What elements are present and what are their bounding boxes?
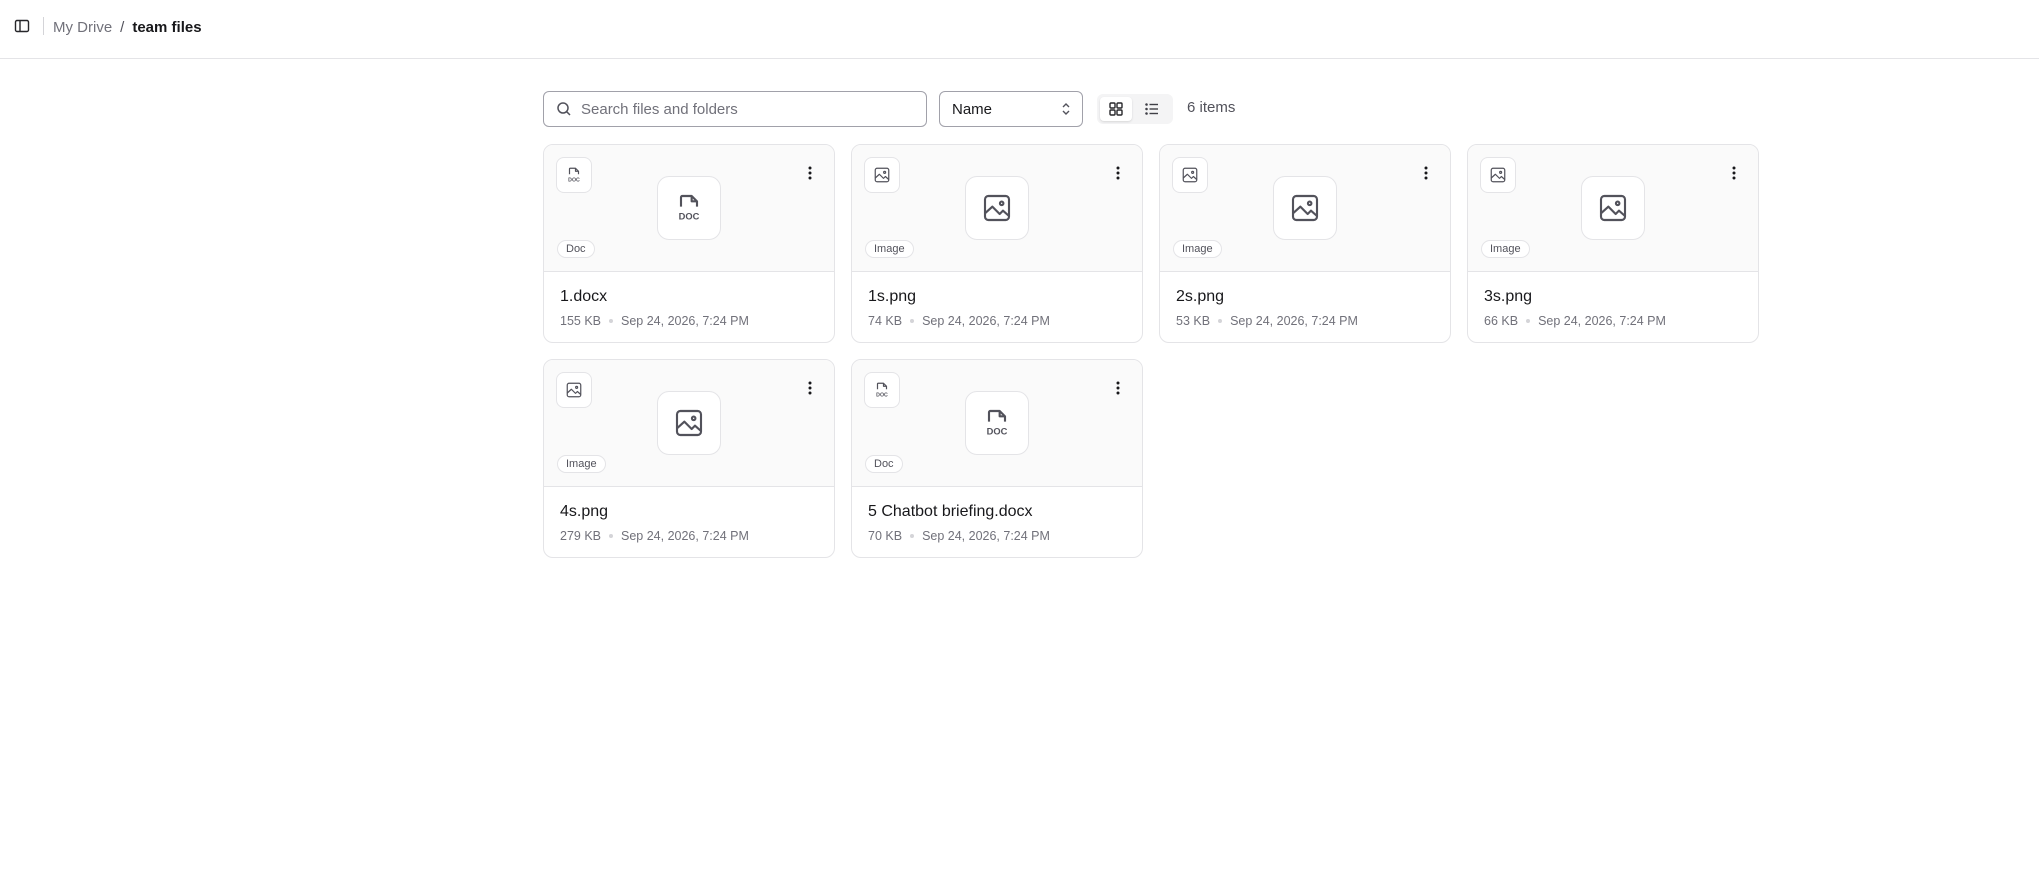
file-card[interactable]: Image 3s.png 66 KB Sep 24, 2026, 7:24 PM <box>1467 144 1759 343</box>
file-name: 1s.png <box>868 288 917 305</box>
more-vertical-icon <box>1116 166 1120 180</box>
file-preview: DOC DOC Doc <box>544 145 834 272</box>
more-vertical-icon <box>808 381 812 395</box>
svg-text:DOC: DOC <box>568 177 580 183</box>
file-modified-date: Sep 24, 2026, 7:24 PM <box>922 529 1050 543</box>
more-vertical-icon <box>808 166 812 180</box>
toolbar-divider <box>43 17 44 35</box>
file-preview: DOC DOC Doc <box>852 360 1142 487</box>
file-size: 66 KB <box>1484 314 1519 328</box>
file-modified-date: Sep 24, 2026, 7:24 PM <box>621 529 749 543</box>
file-size: 53 KB <box>1176 314 1211 328</box>
meta-separator-dot <box>910 534 915 538</box>
more-vertical-icon <box>1424 166 1428 180</box>
more-vertical-icon <box>1732 166 1736 180</box>
image-icon <box>864 157 900 193</box>
breadcrumb-current-folder: team files <box>132 18 202 36</box>
list-icon <box>1145 103 1158 115</box>
doc-icon: DOC <box>657 176 721 240</box>
file-preview: Image <box>544 360 834 487</box>
meta-separator-dot <box>609 534 614 538</box>
svg-text:DOC: DOC <box>876 392 888 398</box>
search-box[interactable] <box>543 91 927 127</box>
file-size: 74 KB <box>868 314 903 328</box>
file-modified-date: Sep 24, 2026, 7:24 PM <box>1230 314 1358 328</box>
breadcrumb-my-drive[interactable]: My Drive <box>53 19 112 36</box>
file-size: 279 KB <box>560 529 602 543</box>
file-size: 70 KB <box>868 529 903 543</box>
svg-text:DOC: DOC <box>987 426 1008 436</box>
file-meta: 279 KB Sep 24, 2026, 7:24 PM <box>560 529 749 543</box>
file-type-badge: Doc <box>865 455 903 473</box>
image-icon <box>1581 176 1645 240</box>
more-options-button[interactable] <box>1726 163 1742 183</box>
breadcrumb-separator: / <box>120 18 125 36</box>
sort-select[interactable]: Name <box>939 91 1083 127</box>
file-card[interactable]: DOC DOC Doc 1.docx 155 KB Sep 24, 2026, 7:24 … <box>543 144 835 343</box>
file-meta: 70 KB Sep 24, 2026, 7:24 PM <box>868 529 1050 543</box>
file-modified-date: Sep 24, 2026, 7:24 PM <box>621 314 749 328</box>
file-modified-date: Sep 24, 2026, 7:24 PM <box>922 314 1050 328</box>
doc-icon: DOC <box>965 391 1029 455</box>
sidebar-toggle-button[interactable] <box>13 17 31 35</box>
svg-text:DOC: DOC <box>679 211 700 221</box>
item-count: 6 items <box>1187 99 1236 116</box>
file-type-badge: Image <box>1173 240 1222 258</box>
file-meta: 74 KB Sep 24, 2026, 7:24 PM <box>868 314 1050 328</box>
meta-separator-dot <box>609 319 614 323</box>
file-modified-date: Sep 24, 2026, 7:24 PM <box>1538 314 1666 328</box>
search-icon <box>556 101 572 117</box>
file-size: 155 KB <box>560 314 602 328</box>
image-icon <box>657 391 721 455</box>
more-vertical-icon <box>1116 381 1120 395</box>
image-icon <box>965 176 1029 240</box>
more-options-button[interactable] <box>1418 163 1434 183</box>
file-name: 1.docx <box>560 288 608 305</box>
breadcrumb: My Drive / team files <box>53 17 202 37</box>
image-icon <box>1172 157 1208 193</box>
more-options-button[interactable] <box>1110 163 1126 183</box>
meta-separator-dot <box>910 319 915 323</box>
list-view-button[interactable] <box>1136 97 1168 121</box>
view-mode-toggle <box>1097 94 1173 124</box>
file-name: 5 Chatbot briefing.docx <box>868 503 1033 520</box>
file-type-badge: Image <box>865 240 914 258</box>
file-preview: Image <box>1160 145 1450 272</box>
file-preview: Image <box>1468 145 1758 272</box>
meta-separator-dot <box>1526 319 1531 323</box>
file-type-badge: Doc <box>557 240 595 258</box>
file-name: 3s.png <box>1484 288 1533 305</box>
file-name: 2s.png <box>1176 288 1225 305</box>
chevron-up-down-icon <box>1062 103 1070 115</box>
file-card[interactable]: Image 1s.png 74 KB Sep 24, 2026, 7:24 PM <box>851 144 1143 343</box>
grid-view-button[interactable] <box>1100 97 1132 121</box>
more-options-button[interactable] <box>802 163 818 183</box>
file-card[interactable]: Image 2s.png 53 KB Sep 24, 2026, 7:24 PM <box>1159 144 1451 343</box>
image-icon <box>1480 157 1516 193</box>
more-options-button[interactable] <box>802 378 818 398</box>
meta-separator-dot <box>1218 319 1223 323</box>
grid-icon <box>1109 102 1123 116</box>
doc-icon: DOC <box>864 372 900 408</box>
search-input[interactable] <box>581 100 901 118</box>
file-meta: 155 KB Sep 24, 2026, 7:24 PM <box>560 314 749 328</box>
file-card[interactable]: Image 4s.png 279 KB Sep 24, 2026, 7:24 PM <box>543 359 835 558</box>
top-bar: My Drive / team files <box>0 0 2039 59</box>
image-icon <box>1273 176 1337 240</box>
file-meta: 66 KB Sep 24, 2026, 7:24 PM <box>1484 314 1666 328</box>
more-options-button[interactable] <box>1110 378 1126 398</box>
file-name: 4s.png <box>560 503 609 520</box>
sidebar-icon <box>14 19 30 33</box>
file-type-badge: Image <box>1481 240 1530 258</box>
doc-icon: DOC <box>556 157 592 193</box>
file-meta: 53 KB Sep 24, 2026, 7:24 PM <box>1176 314 1358 328</box>
file-preview: Image <box>852 145 1142 272</box>
file-type-badge: Image <box>557 455 606 473</box>
image-icon <box>556 372 592 408</box>
sort-select-value: Name <box>952 100 993 118</box>
file-card[interactable]: DOC DOC Doc 5 Chatbot briefing.docx 70 KB Sep… <box>851 359 1143 558</box>
